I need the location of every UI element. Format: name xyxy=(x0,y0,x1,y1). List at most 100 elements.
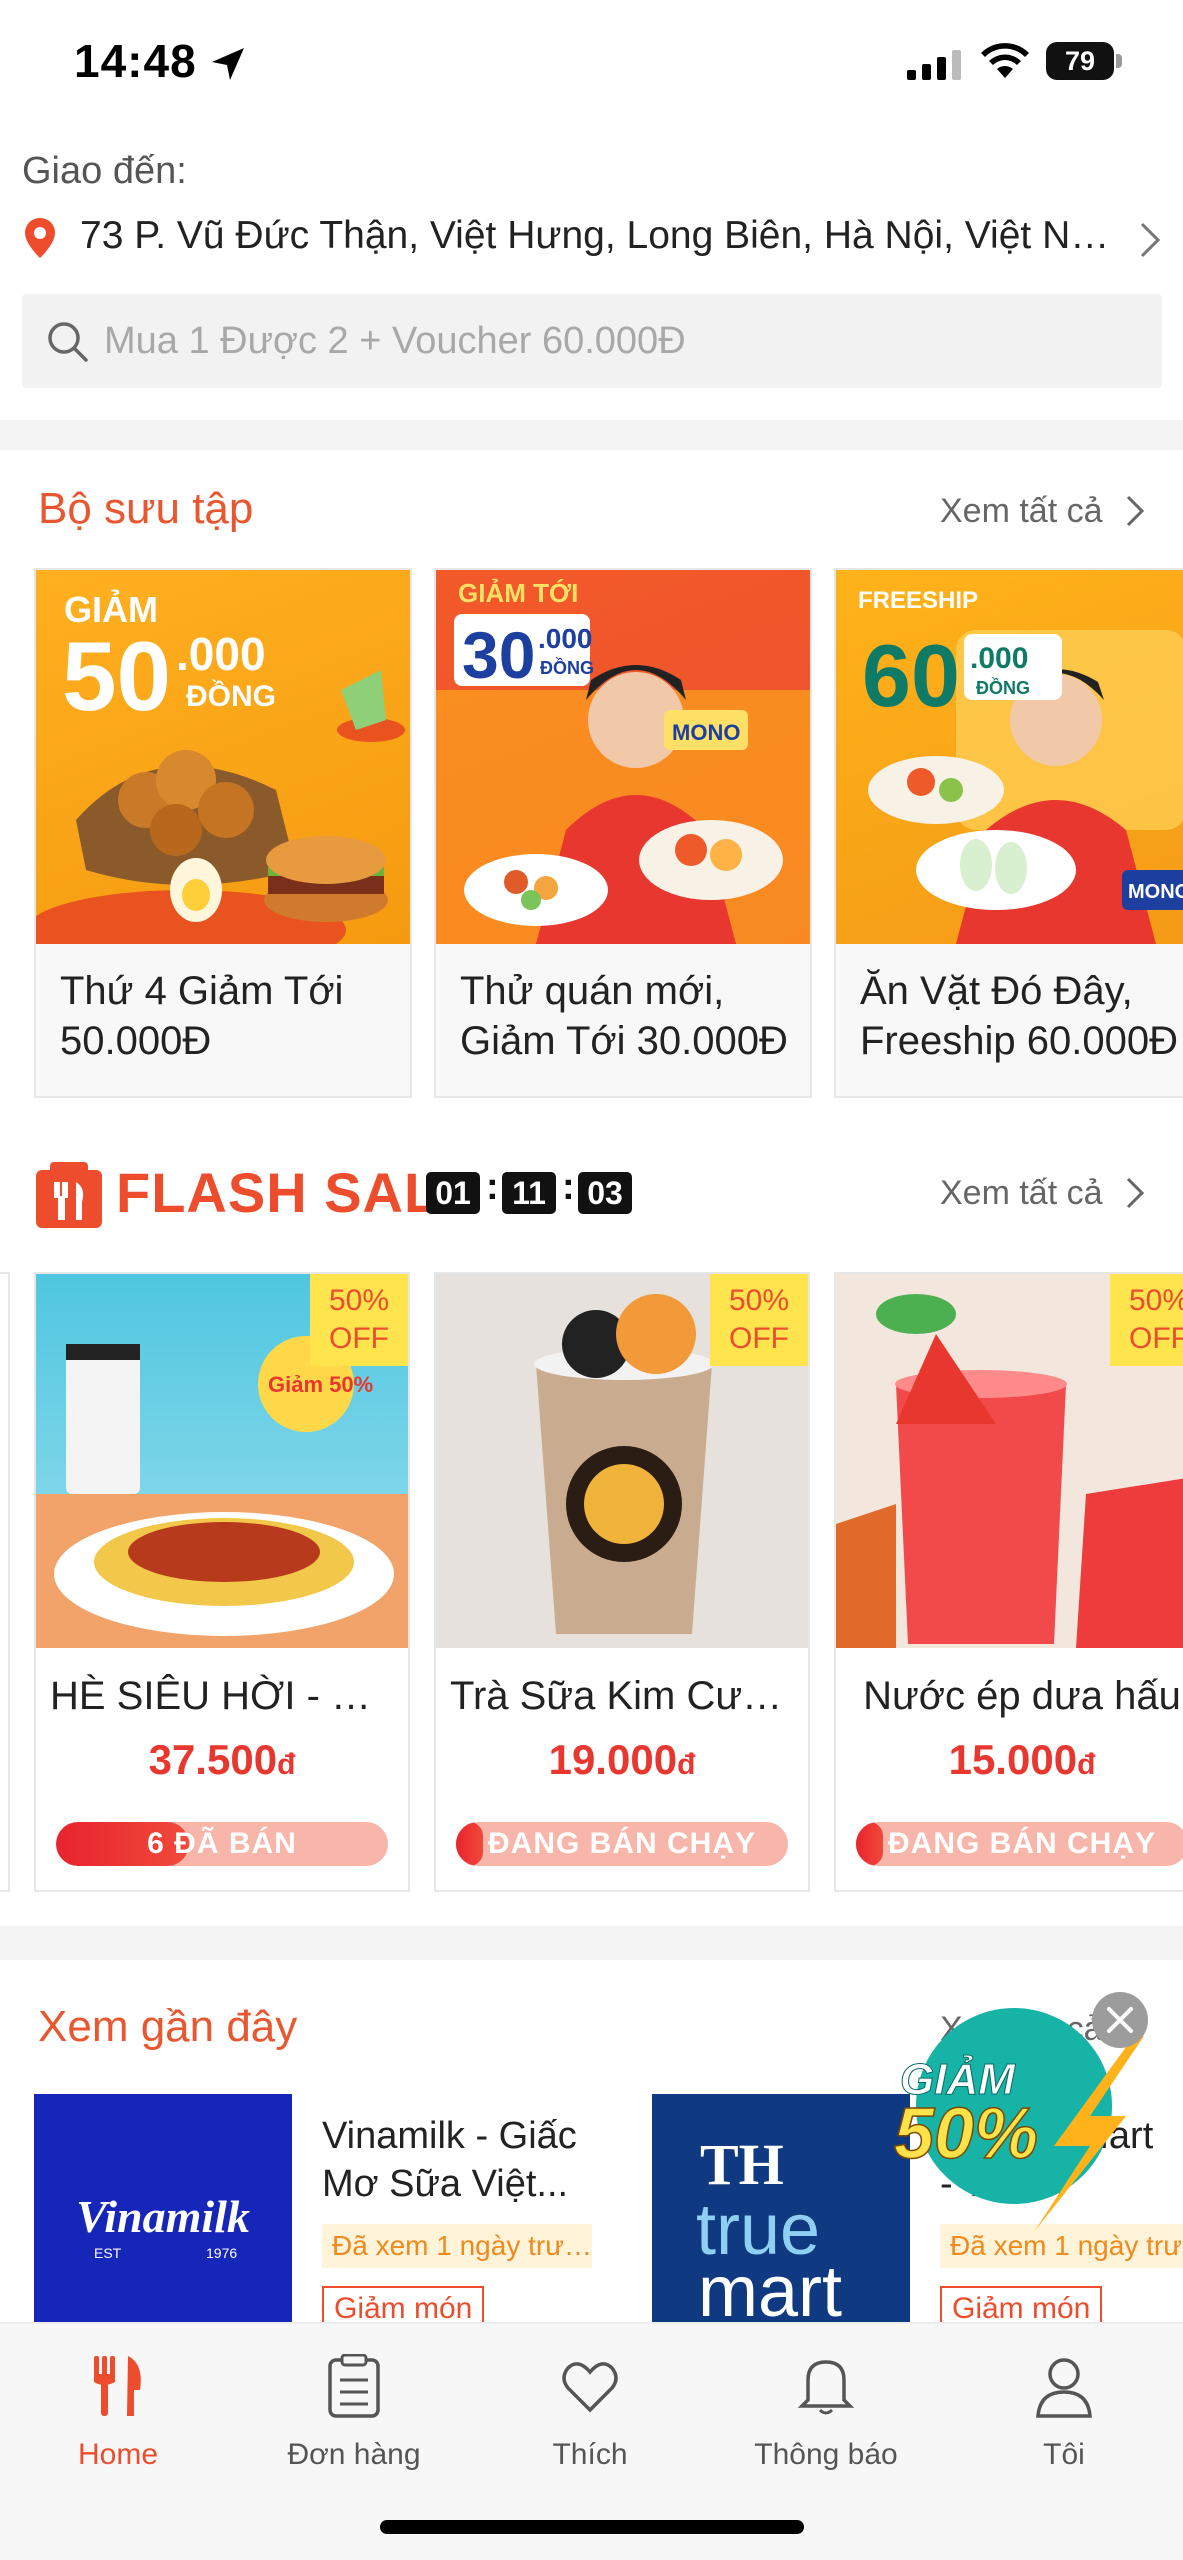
off-percent: 50% xyxy=(728,1284,790,1317)
collection-image: MONO FREESHIP 60 .000 ĐỒNG xyxy=(836,570,1183,944)
chevron-right-icon xyxy=(1140,222,1161,258)
logo-bot: mart xyxy=(698,2252,842,2324)
clipboard-icon xyxy=(328,2354,380,2418)
heart-icon xyxy=(562,2362,618,2413)
collection-image: GIẢM 50 .000 ĐỒNG xyxy=(36,570,410,944)
sold-progress-bar: ĐANG BÁN CHẠY xyxy=(456,1822,788,1866)
collections-title: Bộ sưu tập xyxy=(38,484,254,533)
flash-sale-product-card[interactable]: 50% OFF Trà Sữa Kim Cương 19.000đ ĐANG B… xyxy=(434,1272,810,1892)
bell-icon xyxy=(797,2360,855,2415)
caption-line-1: Thử quán mới, xyxy=(460,969,725,1013)
off-label: OFF xyxy=(729,1322,789,1355)
food-illustration: MONO FREESHIP 60 .000 ĐỒNG xyxy=(858,587,1183,944)
flash-sale-product-card[interactable]: 50% OFF Nước ép dưa hấu 15.000đ ĐANG BÁN… xyxy=(834,1272,1183,1892)
location-pin-icon xyxy=(25,218,55,258)
badge-number: 30 xyxy=(462,618,535,692)
badge-number: 50 xyxy=(62,621,171,731)
off-label: OFF xyxy=(1129,1322,1183,1355)
sold-progress-bar: ĐANG BÁN CHẠY xyxy=(856,1822,1183,1866)
progress-label: ĐANG BÁN CHẠY xyxy=(888,1827,1156,1860)
collection-card[interactable]: MONO FREESHIP 60 .000 ĐỒNG Ăn Vặt Đó Đây… xyxy=(834,568,1183,1098)
cellular-signal-icon xyxy=(907,50,961,80)
search-input[interactable]: Mua 1 Được 2 + Voucher 60.000Đ xyxy=(22,294,1162,388)
previous-product-card-edge xyxy=(0,1272,10,1892)
product-name: HÈ SIÊU HỜI - Mì Ý xyxy=(50,1674,394,1718)
battery-level: 79 xyxy=(1046,42,1114,80)
flash-sale-product-card[interactable]: Giảm 50% 50% OFF HÈ SIÊU HỜI - Mì Ý 37.5… xyxy=(34,1272,410,1892)
logo-sub-right: 1976 xyxy=(206,2245,237,2261)
collection-caption: Ăn Vặt Đó Đây, Freeship 60.000Đ xyxy=(860,966,1183,1066)
tab-label: Home xyxy=(77,2438,159,2471)
food-illustration: MONO GIẢM TỚI 30 .000 ĐỒNG xyxy=(436,578,810,944)
store-name-line-2: Mơ Sữa Việt... xyxy=(322,2163,569,2205)
tab-notifications[interactable]: Thông báo xyxy=(726,2354,926,2494)
product-name: Trà Sữa Kim Cương xyxy=(450,1674,794,1718)
section-divider xyxy=(0,420,1183,450)
viewed-time-badge: Đã xem 1 ngày trước xyxy=(322,2224,592,2268)
timer-separator: : xyxy=(562,1166,575,1208)
tab-label: Thích xyxy=(552,2438,628,2471)
status-bar: 14:48 79 xyxy=(0,0,1183,130)
off-badge: 50% OFF xyxy=(710,1274,808,1366)
app-screen: 14:48 79 Giao đến: 73 P. Vũ Đức Thận, Vi… xyxy=(0,0,1183,2560)
price-currency: đ xyxy=(1077,1748,1096,1781)
chevron-right-icon xyxy=(1126,495,1145,527)
wifi-icon xyxy=(981,43,1029,78)
logo-top: TH xyxy=(700,2132,784,2197)
badge-number: 60 xyxy=(862,626,960,725)
badge-top: GIẢM TỚI xyxy=(458,578,578,608)
timer-separator: : xyxy=(486,1166,499,1208)
tab-favorites[interactable]: Thích xyxy=(490,2354,690,2494)
caption-line-1: Ăn Vặt Đó Đây, xyxy=(860,969,1133,1013)
collections-see-all-link[interactable]: Xem tất cả xyxy=(940,492,1103,531)
collection-caption: Thử quán mới, Giảm Tới 30.000Đ xyxy=(460,966,796,1066)
flash-sale-see-all-link[interactable]: Xem tất cả xyxy=(940,1174,1103,1213)
th-true-mart-logo: TH true mart xyxy=(696,2132,842,2332)
timer-seconds: 03 xyxy=(578,1172,632,1214)
badge-suffix: .000 xyxy=(176,628,266,680)
location-arrow-icon xyxy=(212,48,244,80)
collection-image: MONO GIẢM TỚI 30 .000 ĐỒNG xyxy=(436,570,810,944)
status-time: 14:48 xyxy=(74,35,197,87)
image-promo-text: Giảm 50% xyxy=(268,1372,373,1397)
food-illustration: GIẢM 50 .000 ĐỒNG xyxy=(36,589,405,944)
fork-knife-icon xyxy=(94,2356,141,2416)
search-icon xyxy=(48,322,88,362)
price-currency: đ xyxy=(677,1748,696,1781)
deliver-to-label: Giao đến: xyxy=(22,150,187,192)
user-icon xyxy=(1036,2358,1092,2418)
tab-orders[interactable]: Đơn hàng xyxy=(254,2354,454,2494)
collection-card[interactable]: GIẢM 50 .000 ĐỒNG Thứ 4 Giảm Tới 50.000Đ xyxy=(34,568,412,1098)
caption-line-2: 50.000Đ xyxy=(60,1019,212,1063)
tab-profile[interactable]: Tôi xyxy=(964,2354,1164,2494)
search-placeholder: Mua 1 Được 2 + Voucher 60.000Đ xyxy=(104,320,686,362)
logo-sub-left: EST xyxy=(94,2245,122,2261)
tab-label: Đơn hàng xyxy=(287,2438,421,2471)
section-divider xyxy=(0,1926,1183,1960)
timer-hours: 01 xyxy=(426,1172,480,1214)
badge-unit: ĐỒNG xyxy=(186,679,276,713)
collection-card[interactable]: MONO GIẢM TỚI 30 .000 ĐỒNG Thử quán mới,… xyxy=(434,568,812,1098)
product-price: 37.500đ xyxy=(36,1736,408,1784)
caption-line-1: Thứ 4 Giảm Tới xyxy=(60,969,344,1013)
caption-line-2: Freeship 60.000Đ xyxy=(860,1019,1178,1063)
flash-sale-fork-knife-icon xyxy=(36,1162,102,1228)
close-promo-button[interactable] xyxy=(1092,1992,1148,2048)
caption-line-2: Giảm Tới 30.000Đ xyxy=(460,1019,788,1063)
sold-progress-bar: 6 ĐÃ BÁN xyxy=(56,1822,388,1866)
price-value: 19.000 xyxy=(548,1736,678,1783)
badge-top: FREESHIP xyxy=(858,587,978,614)
product-price: 19.000đ xyxy=(436,1736,808,1784)
off-badge: 50% OFF xyxy=(310,1274,408,1366)
battery-indicator: 79 xyxy=(1046,42,1122,80)
off-badge: 50% OFF xyxy=(1110,1274,1183,1366)
delivery-address: 73 P. Vũ Đức Thận, Việt Hưng, Long Biên,… xyxy=(80,214,1120,257)
recent-store-card[interactable]: Vinamilk EST 1976 Vinamilk - Giấc Mơ Sữa… xyxy=(34,2094,628,2332)
off-percent: 50% xyxy=(1128,1284,1183,1317)
timer-minutes: 11 xyxy=(502,1172,556,1214)
tab-home[interactable]: Home xyxy=(18,2354,218,2494)
promo-line-2: 50% xyxy=(894,2094,1038,2174)
price-value: 37.500 xyxy=(148,1736,278,1783)
delivery-address-selector[interactable]: 73 P. Vũ Đức Thận, Việt Hưng, Long Biên,… xyxy=(22,208,1172,268)
chevron-right-icon xyxy=(1126,1177,1145,1209)
